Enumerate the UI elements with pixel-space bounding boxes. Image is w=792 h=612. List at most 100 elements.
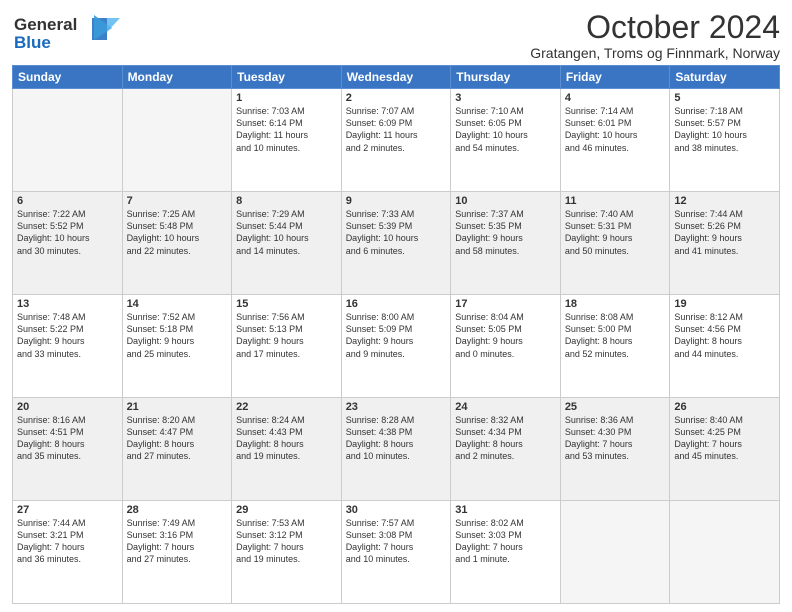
day-number: 13	[17, 298, 118, 310]
day-info: Sunrise: 7:49 AM Sunset: 3:16 PM Dayligh…	[127, 517, 228, 566]
table-row: 12Sunrise: 7:44 AM Sunset: 5:26 PM Dayli…	[670, 192, 780, 295]
day-number: 8	[236, 195, 337, 207]
day-number: 18	[565, 298, 666, 310]
col-tuesday: Tuesday	[232, 66, 342, 89]
table-row	[670, 501, 780, 604]
table-row: 26Sunrise: 8:40 AM Sunset: 4:25 PM Dayli…	[670, 398, 780, 501]
day-number: 6	[17, 195, 118, 207]
day-info: Sunrise: 7:40 AM Sunset: 5:31 PM Dayligh…	[565, 208, 666, 257]
table-row: 18Sunrise: 8:08 AM Sunset: 5:00 PM Dayli…	[560, 295, 670, 398]
logo: General Blue	[12, 10, 122, 59]
table-row: 28Sunrise: 7:49 AM Sunset: 3:16 PM Dayli…	[122, 501, 232, 604]
day-number: 20	[17, 401, 118, 413]
table-row: 9Sunrise: 7:33 AM Sunset: 5:39 PM Daylig…	[341, 192, 451, 295]
table-row: 19Sunrise: 8:12 AM Sunset: 4:56 PM Dayli…	[670, 295, 780, 398]
calendar-week-row: 6Sunrise: 7:22 AM Sunset: 5:52 PM Daylig…	[13, 192, 780, 295]
day-info: Sunrise: 7:10 AM Sunset: 6:05 PM Dayligh…	[455, 105, 556, 154]
table-row: 3Sunrise: 7:10 AM Sunset: 6:05 PM Daylig…	[451, 89, 561, 192]
table-row	[560, 501, 670, 604]
day-number: 7	[127, 195, 228, 207]
day-info: Sunrise: 8:20 AM Sunset: 4:47 PM Dayligh…	[127, 414, 228, 463]
day-info: Sunrise: 7:56 AM Sunset: 5:13 PM Dayligh…	[236, 311, 337, 360]
calendar-header-row: Sunday Monday Tuesday Wednesday Thursday…	[13, 66, 780, 89]
day-number: 21	[127, 401, 228, 413]
day-info: Sunrise: 8:24 AM Sunset: 4:43 PM Dayligh…	[236, 414, 337, 463]
table-row: 16Sunrise: 8:00 AM Sunset: 5:09 PM Dayli…	[341, 295, 451, 398]
day-number: 10	[455, 195, 556, 207]
day-number: 27	[17, 504, 118, 516]
logo-text: General Blue	[12, 10, 122, 59]
day-info: Sunrise: 7:14 AM Sunset: 6:01 PM Dayligh…	[565, 105, 666, 154]
day-number: 14	[127, 298, 228, 310]
day-number: 22	[236, 401, 337, 413]
day-info: Sunrise: 8:40 AM Sunset: 4:25 PM Dayligh…	[674, 414, 775, 463]
day-info: Sunrise: 7:03 AM Sunset: 6:14 PM Dayligh…	[236, 105, 337, 154]
calendar-table: Sunday Monday Tuesday Wednesday Thursday…	[12, 65, 780, 604]
day-number: 28	[127, 504, 228, 516]
day-info: Sunrise: 8:00 AM Sunset: 5:09 PM Dayligh…	[346, 311, 447, 360]
table-row: 20Sunrise: 8:16 AM Sunset: 4:51 PM Dayli…	[13, 398, 123, 501]
day-info: Sunrise: 7:52 AM Sunset: 5:18 PM Dayligh…	[127, 311, 228, 360]
day-number: 25	[565, 401, 666, 413]
day-number: 4	[565, 92, 666, 104]
table-row: 6Sunrise: 7:22 AM Sunset: 5:52 PM Daylig…	[13, 192, 123, 295]
page: General Blue October 2024 Gratangen, Tro…	[0, 0, 792, 612]
day-number: 11	[565, 195, 666, 207]
day-number: 24	[455, 401, 556, 413]
table-row: 2Sunrise: 7:07 AM Sunset: 6:09 PM Daylig…	[341, 89, 451, 192]
day-info: Sunrise: 7:29 AM Sunset: 5:44 PM Dayligh…	[236, 208, 337, 257]
table-row: 15Sunrise: 7:56 AM Sunset: 5:13 PM Dayli…	[232, 295, 342, 398]
day-info: Sunrise: 7:25 AM Sunset: 5:48 PM Dayligh…	[127, 208, 228, 257]
day-info: Sunrise: 8:36 AM Sunset: 4:30 PM Dayligh…	[565, 414, 666, 463]
table-row: 11Sunrise: 7:40 AM Sunset: 5:31 PM Dayli…	[560, 192, 670, 295]
table-row: 23Sunrise: 8:28 AM Sunset: 4:38 PM Dayli…	[341, 398, 451, 501]
col-wednesday: Wednesday	[341, 66, 451, 89]
title-block: October 2024 Gratangen, Troms og Finnmar…	[530, 10, 780, 61]
day-number: 1	[236, 92, 337, 104]
table-row: 21Sunrise: 8:20 AM Sunset: 4:47 PM Dayli…	[122, 398, 232, 501]
day-info: Sunrise: 8:28 AM Sunset: 4:38 PM Dayligh…	[346, 414, 447, 463]
table-row: 5Sunrise: 7:18 AM Sunset: 5:57 PM Daylig…	[670, 89, 780, 192]
day-info: Sunrise: 7:44 AM Sunset: 5:26 PM Dayligh…	[674, 208, 775, 257]
day-number: 9	[346, 195, 447, 207]
day-info: Sunrise: 7:53 AM Sunset: 3:12 PM Dayligh…	[236, 517, 337, 566]
table-row: 31Sunrise: 8:02 AM Sunset: 3:03 PM Dayli…	[451, 501, 561, 604]
col-friday: Friday	[560, 66, 670, 89]
svg-text:Blue: Blue	[14, 33, 51, 52]
table-row: 17Sunrise: 8:04 AM Sunset: 5:05 PM Dayli…	[451, 295, 561, 398]
table-row: 7Sunrise: 7:25 AM Sunset: 5:48 PM Daylig…	[122, 192, 232, 295]
table-row	[122, 89, 232, 192]
day-number: 17	[455, 298, 556, 310]
day-number: 19	[674, 298, 775, 310]
table-row: 13Sunrise: 7:48 AM Sunset: 5:22 PM Dayli…	[13, 295, 123, 398]
calendar-subtitle: Gratangen, Troms og Finnmark, Norway	[530, 45, 780, 61]
day-info: Sunrise: 8:16 AM Sunset: 4:51 PM Dayligh…	[17, 414, 118, 463]
day-info: Sunrise: 8:08 AM Sunset: 5:00 PM Dayligh…	[565, 311, 666, 360]
table-row: 24Sunrise: 8:32 AM Sunset: 4:34 PM Dayli…	[451, 398, 561, 501]
day-number: 12	[674, 195, 775, 207]
calendar-week-row: 27Sunrise: 7:44 AM Sunset: 3:21 PM Dayli…	[13, 501, 780, 604]
day-info: Sunrise: 8:32 AM Sunset: 4:34 PM Dayligh…	[455, 414, 556, 463]
day-info: Sunrise: 8:12 AM Sunset: 4:56 PM Dayligh…	[674, 311, 775, 360]
header: General Blue October 2024 Gratangen, Tro…	[12, 10, 780, 61]
table-row: 10Sunrise: 7:37 AM Sunset: 5:35 PM Dayli…	[451, 192, 561, 295]
table-row: 29Sunrise: 7:53 AM Sunset: 3:12 PM Dayli…	[232, 501, 342, 604]
day-info: Sunrise: 8:04 AM Sunset: 5:05 PM Dayligh…	[455, 311, 556, 360]
table-row: 25Sunrise: 8:36 AM Sunset: 4:30 PM Dayli…	[560, 398, 670, 501]
col-saturday: Saturday	[670, 66, 780, 89]
calendar-week-row: 20Sunrise: 8:16 AM Sunset: 4:51 PM Dayli…	[13, 398, 780, 501]
col-monday: Monday	[122, 66, 232, 89]
day-number: 31	[455, 504, 556, 516]
day-info: Sunrise: 7:33 AM Sunset: 5:39 PM Dayligh…	[346, 208, 447, 257]
day-number: 30	[346, 504, 447, 516]
day-info: Sunrise: 7:22 AM Sunset: 5:52 PM Dayligh…	[17, 208, 118, 257]
day-number: 26	[674, 401, 775, 413]
day-number: 2	[346, 92, 447, 104]
day-info: Sunrise: 7:57 AM Sunset: 3:08 PM Dayligh…	[346, 517, 447, 566]
day-info: Sunrise: 7:44 AM Sunset: 3:21 PM Dayligh…	[17, 517, 118, 566]
col-thursday: Thursday	[451, 66, 561, 89]
calendar-week-row: 1Sunrise: 7:03 AM Sunset: 6:14 PM Daylig…	[13, 89, 780, 192]
table-row: 1Sunrise: 7:03 AM Sunset: 6:14 PM Daylig…	[232, 89, 342, 192]
calendar-week-row: 13Sunrise: 7:48 AM Sunset: 5:22 PM Dayli…	[13, 295, 780, 398]
day-number: 16	[346, 298, 447, 310]
